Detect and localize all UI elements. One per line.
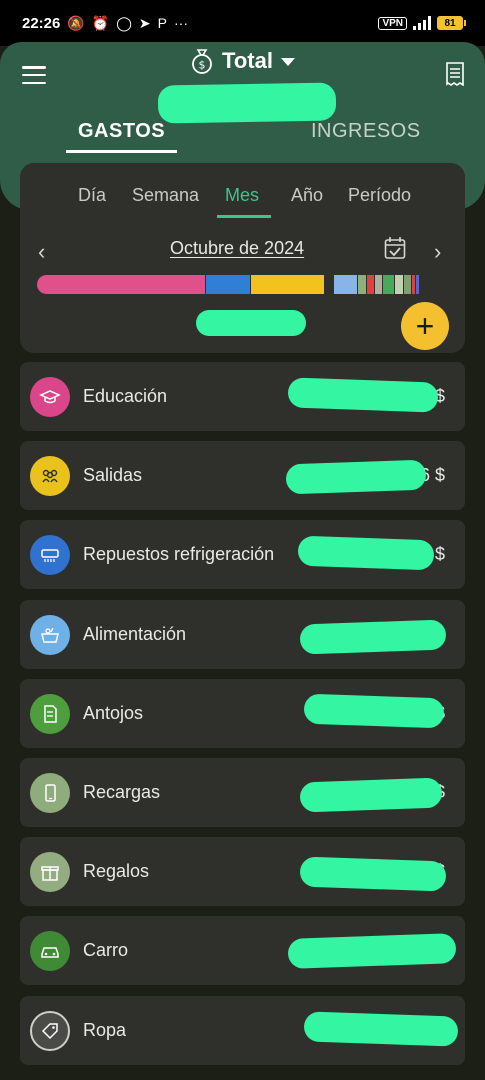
category-label: Ropa <box>83 1019 127 1040</box>
people-group-icon <box>30 456 70 497</box>
tab-dia[interactable]: Día <box>78 185 106 206</box>
phone-icon <box>30 773 70 813</box>
tab-semana[interactable]: Semana <box>132 185 199 206</box>
category-label-clip: Salidas <box>83 465 291 486</box>
signal-icon <box>413 16 431 30</box>
paypal-icon: P <box>157 15 167 31</box>
bar-segment <box>37 275 206 294</box>
status-time: 22:26 <box>22 14 61 32</box>
category-label-clip: Carro <box>83 940 291 961</box>
bar-segment <box>205 275 252 294</box>
add-expense-button[interactable]: + <box>401 302 449 350</box>
category-label-clip: Regalos <box>83 861 291 882</box>
category-row[interactable]: Alimentación <box>20 599 465 669</box>
account-title: Total <box>222 48 273 73</box>
category-row[interactable]: Educación4 $ <box>20 362 465 431</box>
redacted-amount <box>287 933 457 970</box>
category-label-clip: Recargas <box>83 782 291 803</box>
summary-card: Día Semana Mes Año Período ‹ Octubre de … <box>20 163 465 353</box>
redacted-amount <box>285 459 427 495</box>
tab-mes[interactable]: Mes <box>225 185 259 206</box>
period-tab-indicator <box>217 215 271 218</box>
category-label: Carro <box>83 940 129 961</box>
category-row[interactable]: Repuestos refrigeración $ <box>20 520 465 590</box>
redacted-amount <box>287 377 439 413</box>
next-month-icon[interactable]: › <box>434 239 441 265</box>
redacted-balance <box>157 82 337 124</box>
tag-icon <box>30 1010 70 1051</box>
air-conditioner-icon <box>30 535 70 576</box>
category-row[interactable]: Salidas 6 $ <box>20 441 465 511</box>
bar-segment <box>366 275 375 294</box>
category-label: Regalos <box>83 861 150 882</box>
main-tabs: GASTOS INGRESOS <box>0 120 485 160</box>
category-label: Educación <box>83 386 168 406</box>
vpn-badge: VPN <box>378 16 407 30</box>
car-icon <box>30 931 70 972</box>
category-label-clip: Repuestos refrigeración <box>83 544 291 565</box>
redacted-amount <box>297 536 435 571</box>
category-row[interactable]: Ropa <box>20 995 465 1065</box>
alarm-icon: ⏰ <box>91 14 110 31</box>
category-row[interactable]: Carro <box>20 916 465 986</box>
bar-segment <box>395 275 404 294</box>
basket-icon <box>30 614 70 655</box>
redacted-amount <box>299 856 447 892</box>
bar-segment <box>374 275 384 294</box>
redacted-amount <box>303 1010 459 1047</box>
tab-ano[interactable]: Año <box>291 185 323 206</box>
status-bar: 22:26 🔕 ⏰ ◯ ➤ P ··· VPN 81 <box>0 0 485 46</box>
month-label[interactable]: Octubre de 2024 <box>170 238 304 259</box>
bar-segment <box>358 275 367 294</box>
category-row[interactable]: Antojos$ <box>20 678 465 748</box>
battery-level: 81 <box>444 17 456 29</box>
category-label: Recargas <box>83 782 161 802</box>
bar-segment <box>251 275 326 294</box>
tab-periodo[interactable]: Período <box>348 185 411 206</box>
gift-icon <box>30 852 70 893</box>
category-label-clip: Alimentación <box>83 624 291 645</box>
redacted-total <box>196 310 306 336</box>
active-tab-indicator <box>66 150 177 153</box>
redacted-amount <box>299 777 443 813</box>
category-row[interactable]: Recargas$ <box>20 758 465 827</box>
bar-gap <box>325 275 334 294</box>
tab-ingresos[interactable]: INGRESOS <box>311 120 421 143</box>
category-label: Repuestos refrigeración <box>83 544 275 565</box>
previous-month-icon[interactable]: ‹ <box>38 239 45 265</box>
bar-segment <box>333 275 359 294</box>
bar-segment <box>383 275 396 294</box>
svg-text:$: $ <box>199 59 206 72</box>
category-label-clip: Ropa <box>83 1020 291 1041</box>
category-amount: $ <box>434 544 445 565</box>
graduation-cap-icon <box>30 377 70 417</box>
status-right: VPN 81 <box>378 16 466 30</box>
mute-icon: 🔕 <box>67 14 85 31</box>
whatsapp-icon: ◯ <box>116 14 132 31</box>
caret-down-icon <box>280 58 295 66</box>
document-icon <box>30 693 70 734</box>
battery-icon: 81 <box>437 16 466 30</box>
telegram-icon: ➤ <box>138 14 151 31</box>
category-label: Salidas <box>83 465 143 486</box>
tab-gastos[interactable]: GASTOS <box>78 120 165 143</box>
category-row[interactable]: Regalos$ <box>20 837 465 907</box>
calendar-icon[interactable] <box>384 236 406 260</box>
period-tabs: Día Semana Mes Año Período <box>20 185 465 219</box>
category-label-clip: Educación <box>83 386 291 407</box>
category-label-clip: Antojos <box>83 703 291 724</box>
bar-segment <box>403 275 412 294</box>
redacted-amount <box>303 693 445 729</box>
category-label: Antojos <box>83 702 144 723</box>
account-selector[interactable]: $ Total <box>0 48 485 74</box>
bar-segment <box>415 275 421 294</box>
category-label: Alimentación <box>83 623 187 644</box>
redacted-amount <box>299 619 447 655</box>
more-notifications-icon: ··· <box>174 15 188 31</box>
receipt-icon[interactable] <box>445 62 465 86</box>
category-distribution-bar <box>37 275 449 294</box>
status-left: 22:26 🔕 ⏰ ◯ ➤ P ··· <box>22 15 188 32</box>
moneybag-icon: $ <box>192 49 212 74</box>
